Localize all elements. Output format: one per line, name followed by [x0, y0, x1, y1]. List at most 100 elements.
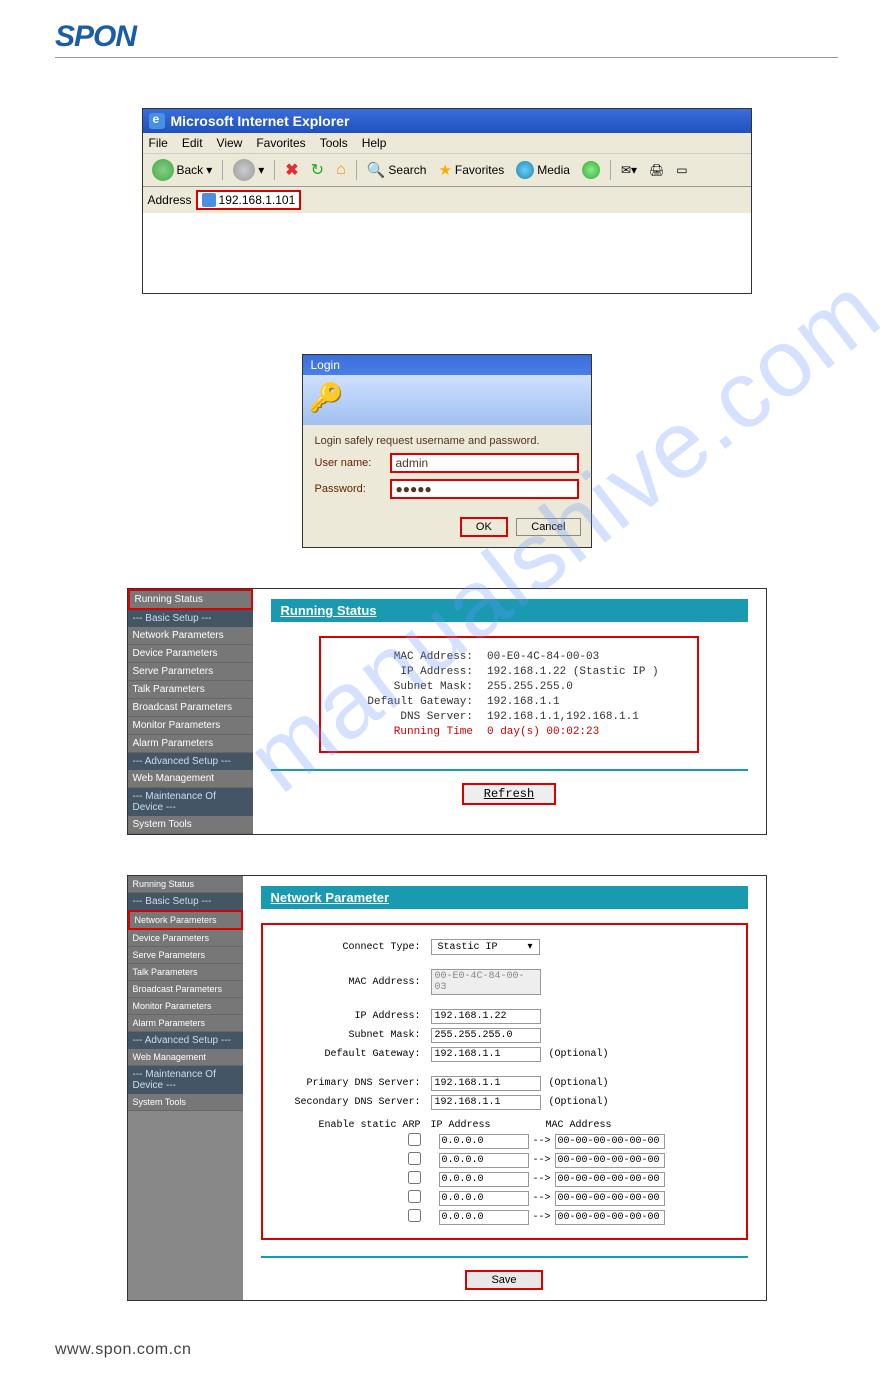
edit-button[interactable]: ▭	[672, 161, 691, 179]
mask-label: Subnet Mask:	[271, 1030, 431, 1041]
sidebar-section-advanced: --- Advanced Setup ---	[128, 753, 253, 770]
sidebar-item-device[interactable]: Device Parameters	[128, 930, 243, 947]
gw-label: Default Gateway:	[337, 696, 487, 708]
arp-ip-input[interactable]	[439, 1210, 529, 1225]
ie-window: Microsoft Internet Explorer File Edit Vi…	[142, 108, 752, 294]
mail-button[interactable]: ✉▾	[617, 161, 641, 179]
refresh-button[interactable]: Refresh	[462, 783, 556, 805]
sidebar-item-monitor[interactable]: Monitor Parameters	[128, 998, 243, 1015]
optional-text: (Optional)	[549, 1097, 609, 1108]
sidebar-item-system[interactable]: System Tools	[128, 816, 253, 834]
favorites-button[interactable]: ★Favorites	[434, 159, 508, 181]
arp-row: -->	[271, 1209, 738, 1226]
arrow-icon: -->	[533, 1212, 551, 1223]
home-button[interactable]: ⌂	[332, 159, 350, 181]
save-button[interactable]: Save	[465, 1270, 542, 1290]
sidebar-item-talk[interactable]: Talk Parameters	[128, 964, 243, 981]
ie-address-bar: Address 192.168.1.101	[143, 187, 751, 213]
media-button[interactable]: Media	[512, 159, 574, 181]
sidebar-section-maintenance: --- Maintenance Of Device ---	[128, 788, 253, 816]
refresh-button[interactable]: ↻	[307, 158, 328, 182]
arp-row: -->	[271, 1152, 738, 1169]
arp-row: -->	[271, 1190, 738, 1207]
connect-type-select[interactable]: Stastic IP▾	[431, 939, 540, 955]
arp-mac-input[interactable]	[555, 1172, 665, 1187]
arp-ip-input[interactable]	[439, 1191, 529, 1206]
sidebar-item-web[interactable]: Web Management	[128, 1049, 243, 1066]
back-button[interactable]: Back ▾	[148, 157, 217, 183]
sidebar: Running Status --- Basic Setup --- Netwo…	[128, 589, 253, 834]
sidebar-item-alarm[interactable]: Alarm Parameters	[128, 735, 253, 753]
arp-checkbox[interactable]	[408, 1209, 421, 1222]
dns2-input[interactable]	[431, 1095, 541, 1110]
username-input[interactable]: admin	[390, 453, 579, 473]
arp-checkbox[interactable]	[408, 1133, 421, 1146]
sidebar-item-alarm[interactable]: Alarm Parameters	[128, 1015, 243, 1032]
arp-enable-label: Enable static ARP	[271, 1120, 431, 1131]
logo: SPON	[55, 20, 136, 57]
ip-label: IP Address:	[337, 666, 487, 678]
sidebar-item-running-status[interactable]: Running Status	[128, 589, 253, 610]
page-icon	[202, 193, 216, 207]
ok-button[interactable]: OK	[460, 517, 508, 537]
sidebar-item-serve[interactable]: Serve Parameters	[128, 947, 243, 964]
menu-favorites[interactable]: Favorites	[256, 136, 305, 150]
arp-checkbox[interactable]	[408, 1190, 421, 1203]
sidebar-item-network[interactable]: Network Parameters	[128, 910, 243, 930]
keys-icon: 🔑	[309, 382, 344, 413]
sidebar-item-network[interactable]: Network Parameters	[128, 627, 253, 645]
ie-menubar: File Edit View Favorites Tools Help	[143, 133, 751, 153]
history-button[interactable]	[578, 159, 604, 181]
login-prompt: Login safely request username and passwo…	[315, 435, 579, 447]
runtime-value: 0 day(s) 00:02:23	[487, 726, 599, 738]
password-input[interactable]: ●●●●●	[390, 479, 579, 499]
forward-button[interactable]: ▾	[229, 157, 268, 183]
address-input[interactable]: 192.168.1.101	[196, 190, 302, 210]
arp-checkbox[interactable]	[408, 1171, 421, 1184]
sidebar-item-broadcast[interactable]: Broadcast Parameters	[128, 981, 243, 998]
section-title-net: Network Parameter	[261, 886, 748, 909]
print-button[interactable]: 🖨	[645, 161, 668, 179]
page-header: SPON	[55, 20, 838, 58]
password-label: Password:	[315, 483, 390, 495]
sidebar-item-web[interactable]: Web Management	[128, 770, 253, 788]
sidebar-item-talk[interactable]: Talk Parameters	[128, 681, 253, 699]
dns1-input[interactable]	[431, 1076, 541, 1091]
menu-file[interactable]: File	[149, 136, 168, 150]
menu-edit[interactable]: Edit	[182, 136, 203, 150]
status-box: MAC Address:00-E0-4C-84-00-03 IP Address…	[319, 636, 699, 753]
optional-text: (Optional)	[549, 1049, 609, 1060]
gw-input[interactable]	[431, 1047, 541, 1062]
arp-mac-input[interactable]	[555, 1210, 665, 1225]
arp-mac-input[interactable]	[555, 1153, 665, 1168]
arp-ip-input[interactable]	[439, 1134, 529, 1149]
mask-input[interactable]	[431, 1028, 541, 1043]
menu-help[interactable]: Help	[362, 136, 387, 150]
stop-button[interactable]: ✖	[281, 158, 302, 182]
menu-view[interactable]: View	[217, 136, 243, 150]
arp-checkbox[interactable]	[408, 1152, 421, 1165]
gw-value: 192.168.1.1	[487, 696, 560, 708]
sidebar-item-device[interactable]: Device Parameters	[128, 645, 253, 663]
arp-mac-input[interactable]	[555, 1134, 665, 1149]
sidebar-2: Running Status --- Basic Setup --- Netwo…	[128, 876, 243, 1300]
arp-ip-input[interactable]	[439, 1153, 529, 1168]
username-label: User name:	[315, 457, 390, 469]
sidebar-item-broadcast[interactable]: Broadcast Parameters	[128, 699, 253, 717]
arp-ip-input[interactable]	[439, 1172, 529, 1187]
search-button[interactable]: 🔍Search	[363, 159, 431, 181]
ip-value: 192.168.1.22 (Stastic IP )	[487, 666, 659, 678]
sidebar-item-serve[interactable]: Serve Parameters	[128, 663, 253, 681]
sidebar-item-system[interactable]: System Tools	[128, 1094, 243, 1111]
arp-mac-input[interactable]	[555, 1191, 665, 1206]
arrow-icon: -->	[533, 1155, 551, 1166]
address-value: 192.168.1.101	[219, 193, 296, 207]
running-status-panel: Running Status --- Basic Setup --- Netwo…	[127, 588, 767, 835]
mask-label: Subnet Mask:	[337, 681, 487, 693]
ip-input[interactable]	[431, 1009, 541, 1024]
cancel-button[interactable]: Cancel	[516, 518, 580, 536]
sidebar-section-basic: --- Basic Setup ---	[128, 893, 243, 910]
sidebar-item-monitor[interactable]: Monitor Parameters	[128, 717, 253, 735]
menu-tools[interactable]: Tools	[320, 136, 348, 150]
sidebar-item-running-status[interactable]: Running Status	[128, 876, 243, 893]
